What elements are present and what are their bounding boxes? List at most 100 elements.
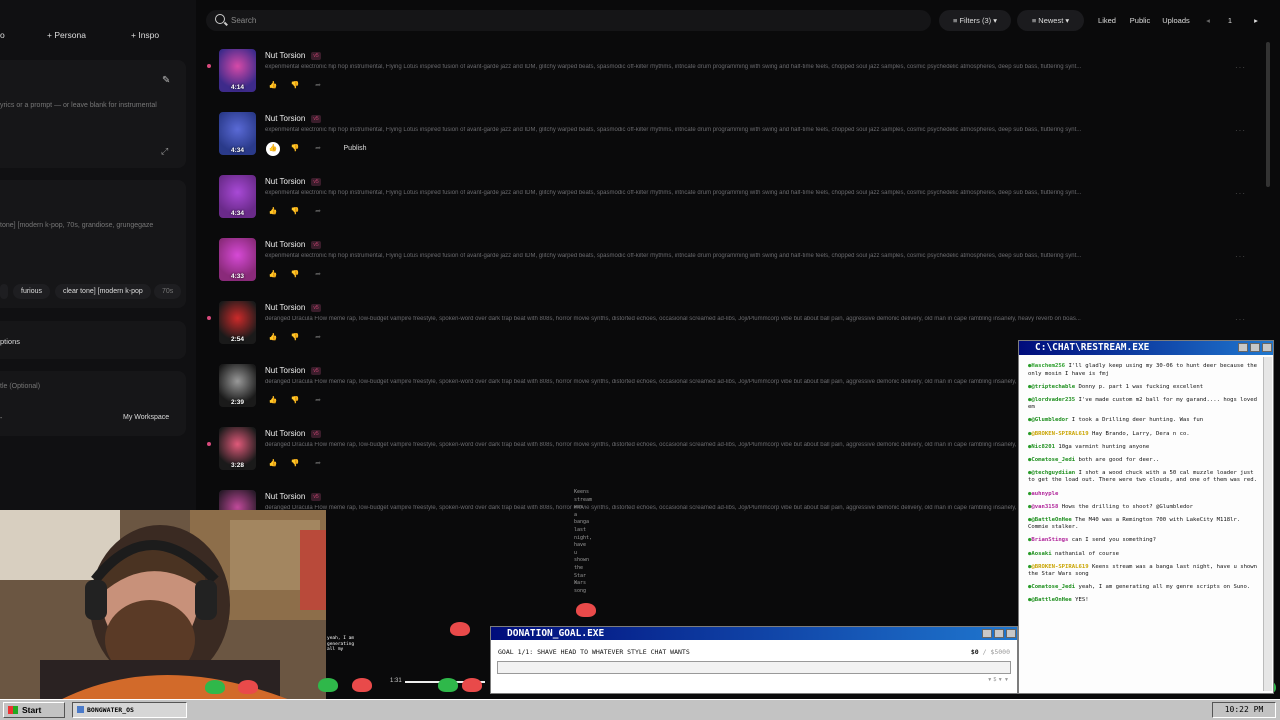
style-chip-furious[interactable]: furious [13, 284, 51, 299]
minimize-icon[interactable] [1238, 343, 1248, 352]
chat-username[interactable]: @BattleOnHee [1031, 517, 1071, 523]
song-cover[interactable]: 4:33 [219, 238, 256, 281]
share-icon[interactable]: ➦ [311, 331, 325, 345]
song-row[interactable]: 4:33 Nut Torsion v5 experimental electronic… [216, 236, 1276, 299]
chat-username[interactable]: Comatose_Jedi [1031, 457, 1075, 463]
song-row[interactable]: 4:14 Nut Torsion v5 experimental electronic… [207, 47, 1276, 110]
like-icon[interactable]: 👍 [266, 142, 280, 156]
publish-button[interactable]: Publish [338, 142, 372, 156]
like-icon[interactable]: 👍 [266, 79, 280, 93]
like-icon[interactable]: 👍 [266, 331, 280, 345]
sort-dropdown[interactable]: ≡ Newest ▾ [1017, 10, 1084, 31]
expand-icon[interactable]: ⤢ [161, 146, 168, 157]
filters-button[interactable]: ≡ Filters (3) ▾ [939, 10, 1011, 31]
liked-filter[interactable]: Liked [1092, 10, 1122, 31]
start-button[interactable]: Start [3, 702, 65, 718]
more-options-icon[interactable]: ··· [1235, 189, 1246, 198]
song-title[interactable]: Nut Torsion [265, 492, 305, 501]
close-icon[interactable] [1262, 343, 1272, 352]
share-icon[interactable]: ➦ [311, 79, 325, 93]
like-icon[interactable]: 👍 [266, 205, 280, 219]
song-title[interactable]: Nut Torsion [265, 429, 305, 438]
dislike-icon[interactable]: 👎 [288, 268, 302, 282]
song-row[interactable]: 4:34 Nut Torsion v5 experimental electronic… [216, 173, 1276, 236]
dislike-icon[interactable]: 👎 [288, 79, 302, 93]
minimize-icon[interactable] [982, 629, 992, 638]
chat-username[interactable]: BrianStings [1031, 537, 1068, 543]
nav-persona-button[interactable]: + Persona [47, 30, 86, 40]
search-input[interactable]: Search [206, 10, 931, 31]
next-page-icon[interactable]: ▸ [1250, 10, 1262, 31]
chat-titlebar[interactable]: C:\CHAT\RESTREAM.EXE [1019, 341, 1273, 355]
song-title[interactable]: Nut Torsion [265, 366, 305, 375]
dislike-icon[interactable]: 👎 [288, 142, 302, 156]
chat-username[interactable]: @van3158 [1031, 504, 1058, 510]
share-icon[interactable]: ➦ [311, 394, 325, 408]
dislike-icon[interactable]: 👎 [288, 457, 302, 471]
nav-inspo-button[interactable]: + Inspo [131, 30, 159, 40]
taskbar-app-label: BONGWATER_OS [87, 706, 134, 714]
like-icon[interactable]: 👍 [266, 394, 280, 408]
frog-sprite [576, 603, 596, 617]
prev-page-icon[interactable]: ◂ [1202, 10, 1214, 31]
more-options-icon[interactable]: ··· [1235, 252, 1246, 261]
chat-username[interactable]: @lordvader235 [1031, 397, 1075, 403]
chat-username[interactable]: @BROKEN-SPIRAL619 [1031, 431, 1088, 437]
song-row[interactable]: 4:34 Nut Torsion v5 experimental electronic… [216, 110, 1276, 173]
uploads-filter[interactable]: Uploads [1159, 10, 1193, 31]
song-cover[interactable]: 2:39 [219, 364, 256, 407]
workspace-label[interactable]: My Workspace [123, 414, 169, 421]
public-filter[interactable]: Public [1126, 10, 1154, 31]
maximize-icon[interactable] [994, 629, 1004, 638]
chat-username[interactable]: @Glumbledor [1031, 417, 1068, 423]
share-icon[interactable]: ➦ [311, 142, 325, 156]
song-cover[interactable]: 4:34 [219, 175, 256, 218]
chat-username[interactable]: Aosaki [1031, 551, 1051, 557]
song-title[interactable]: Nut Torsion [265, 114, 305, 123]
maximize-icon[interactable] [1250, 343, 1260, 352]
donation-titlebar[interactable]: DONATION_GOAL.EXE [491, 627, 1017, 640]
song-title[interactable]: Nut Torsion [265, 240, 305, 249]
style-chip-clear-tone[interactable]: clear tone] [modern k-pop [55, 284, 151, 299]
song-title[interactable]: Nut Torsion [265, 303, 305, 312]
style-chip-partial[interactable] [0, 284, 8, 299]
song-title[interactable]: Nut Torsion [265, 177, 305, 186]
share-icon[interactable]: ➦ [311, 205, 325, 219]
song-cover[interactable]: 2:54 [219, 301, 256, 344]
share-icon[interactable]: ➦ [311, 457, 325, 471]
webcam-image [0, 510, 326, 700]
nav-item-partial[interactable]: o [0, 30, 5, 40]
chat-username[interactable]: @techguydiian [1031, 470, 1075, 476]
like-icon[interactable]: 👍 [266, 457, 280, 471]
chat-username[interactable]: Nic8201 [1031, 444, 1055, 450]
chat-scrollbar[interactable] [1263, 357, 1272, 691]
title-box[interactable]: tle (Optional) - My Workspace [0, 371, 186, 436]
more-options-icon[interactable]: ··· [1235, 315, 1246, 324]
style-chip-70s[interactable]: 70s [154, 284, 182, 299]
chat-username[interactable]: Haschem256 [1031, 363, 1065, 369]
chat-username[interactable]: @BROKEN-SPIRAL619 [1031, 564, 1088, 570]
share-icon[interactable]: ➦ [311, 268, 325, 282]
chat-username[interactable]: @BattleOnHee [1031, 597, 1071, 603]
more-options-icon[interactable]: ··· [1235, 126, 1246, 135]
dislike-icon[interactable]: 👎 [288, 205, 302, 219]
taskbar-app-bongwater[interactable]: BONGWATER_OS [72, 702, 187, 718]
song-description: deranged Dracula Flow meme rap, low-budg… [265, 379, 1081, 385]
chat-username[interactable]: @triptechable [1031, 384, 1075, 390]
lyrics-box[interactable]: ✎ yrics or a prompt — or leave blank for… [0, 60, 186, 168]
dislike-icon[interactable]: 👎 [288, 331, 302, 345]
chat-username[interactable]: auhnyple [1031, 491, 1058, 497]
more-options-icon[interactable]: ··· [1235, 63, 1246, 72]
dislike-icon[interactable]: 👎 [288, 394, 302, 408]
song-cover[interactable]: 4:14 [219, 49, 256, 92]
create-nav: o + Persona + Inspo [0, 26, 196, 44]
more-options-row[interactable]: ptions [0, 321, 186, 359]
close-icon[interactable] [1006, 629, 1016, 638]
song-title[interactable]: Nut Torsion [265, 51, 305, 60]
song-cover[interactable]: 3:28 [219, 427, 256, 470]
song-cover[interactable]: 4:34 [219, 112, 256, 155]
like-icon[interactable]: 👍 [266, 268, 280, 282]
chat-username[interactable]: Comatose_Jedi [1031, 584, 1075, 590]
magic-wand-icon[interactable]: ✎ [162, 75, 170, 86]
start-logo-icon [8, 706, 18, 714]
